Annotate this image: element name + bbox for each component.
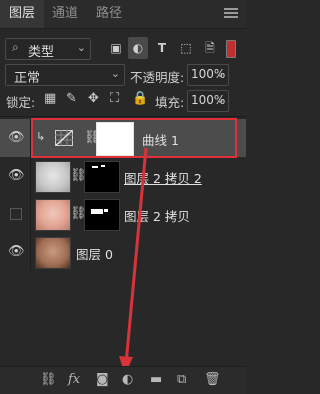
annotation-arrow bbox=[119, 147, 148, 375]
trash-icon[interactable]: 🗑 bbox=[204, 372, 221, 387]
new-layer-icon[interactable]: ⧉ bbox=[177, 372, 186, 387]
adjustment-icon[interactable]: ◐ bbox=[122, 372, 133, 387]
bottom-toolbar: ⛓ fx ◙ ◐ ▬ ⧉ 🗑 bbox=[0, 366, 246, 394]
group-folder-icon[interactable]: ▬ bbox=[150, 372, 162, 387]
mask-icon[interactable]: ◙ bbox=[96, 372, 109, 387]
fx-icon[interactable]: fx bbox=[68, 372, 80, 387]
link-icon[interactable]: ⛓ bbox=[40, 372, 57, 387]
